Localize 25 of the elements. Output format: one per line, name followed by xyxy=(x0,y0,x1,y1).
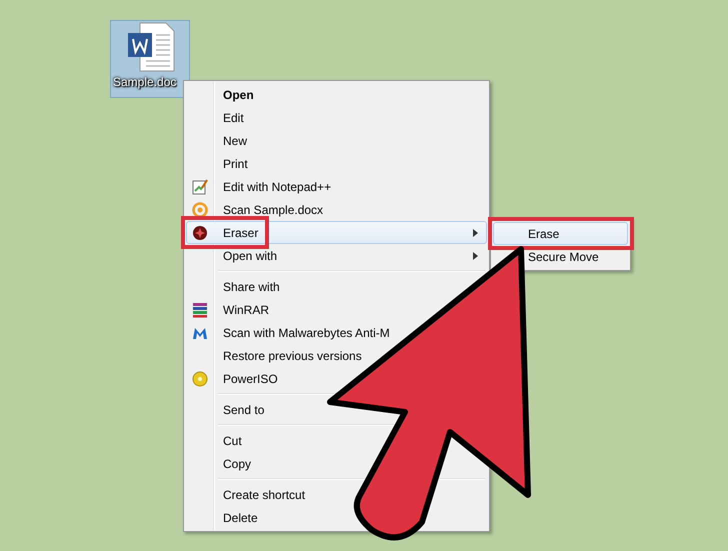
menu-item[interactable]: Scan with Malwarebytes Anti-M xyxy=(186,321,399,344)
menu-item[interactable]: Print xyxy=(186,152,257,175)
menu-item[interactable]: Send to xyxy=(186,398,274,421)
menu-item[interactable]: Scan Sample.docx xyxy=(186,198,332,221)
menu-item[interactable]: Share with xyxy=(186,275,289,298)
menu-item[interactable]: Copy xyxy=(186,452,260,475)
menu-item[interactable]: New xyxy=(186,129,256,152)
menu-item[interactable]: Edit xyxy=(186,106,253,129)
menu-item[interactable]: Cut xyxy=(186,429,251,452)
notepad-icon xyxy=(192,178,208,194)
menu-item[interactable]: Create shortcut xyxy=(186,483,314,506)
menu-item[interactable]: Open with xyxy=(186,244,487,267)
menu-item[interactable]: Edit with Notepad++ xyxy=(186,175,340,198)
menu-item[interactable]: Secure Move xyxy=(493,245,628,268)
disc-icon xyxy=(192,370,208,386)
eraser-icon xyxy=(192,224,208,240)
target-icon xyxy=(192,202,208,218)
menu-item[interactable]: PowerISO xyxy=(186,367,287,390)
menu-item[interactable]: WinRAR xyxy=(186,298,278,321)
menu-item[interactable]: Delete xyxy=(186,506,267,529)
menu-item[interactable]: Restore previous versions xyxy=(186,344,371,367)
menu-item[interactable]: Erase xyxy=(493,222,628,245)
file-name: Sample.doc xyxy=(113,75,176,89)
books-icon xyxy=(192,302,208,318)
menu-item[interactable]: Eraser xyxy=(186,221,487,244)
